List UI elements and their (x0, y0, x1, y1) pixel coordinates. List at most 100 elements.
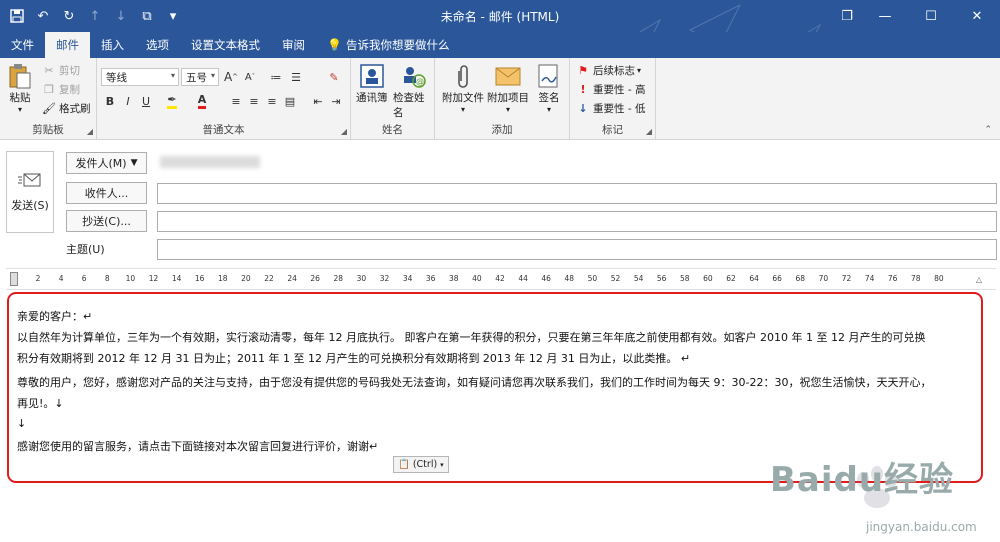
paste-button[interactable]: 粘贴 ▾ (6, 62, 34, 114)
tab-insert[interactable]: 插入 (90, 32, 135, 58)
group-names: 通讯簿 @ 检查姓名 姓名 (351, 58, 435, 140)
font-size-select[interactable]: 五号 ▾ (181, 68, 219, 86)
format-painter-button[interactable]: 🖌 格式刷 (42, 101, 90, 116)
lightbulb-icon: 💡 (327, 38, 342, 52)
minimize-button[interactable]: — (862, 0, 908, 32)
left-indent-marker[interactable] (10, 272, 18, 286)
align-left-icon[interactable]: ≡ (227, 92, 245, 110)
dialog-launcher-icon[interactable]: ◢ (646, 127, 652, 136)
cc-field[interactable] (157, 211, 997, 232)
justify-icon[interactable]: ▤ (281, 92, 299, 110)
cut-button[interactable]: ✂ 剪切 (42, 63, 80, 78)
font-color-icon[interactable]: A (193, 92, 211, 110)
to-button[interactable]: 收件人... (66, 182, 147, 204)
grow-font-button[interactable]: A ^ (222, 68, 240, 86)
ruler-tick-label: 66 (772, 274, 782, 283)
ruler-tick-label: 34 (402, 274, 413, 283)
tab-options[interactable]: 选项 (135, 32, 180, 58)
tab-format-text[interactable]: 设置文本格式 (180, 32, 271, 58)
clear-formatting-icon[interactable]: ✎ (325, 68, 343, 86)
group-label-clipboard: 剪贴板 (32, 124, 64, 136)
ruler-tick-label: 8 (104, 274, 110, 283)
chevron-down-icon: ▾ (546, 105, 551, 114)
close-button[interactable]: ✕ (954, 0, 1000, 32)
from-button[interactable]: 发件人(M) ▼ (66, 152, 147, 174)
attach-item-button[interactable]: 附加项目 ▾ (487, 62, 529, 114)
send-button[interactable]: 发送(S) (6, 151, 54, 233)
window-controls: ❐ — ☐ ✕ (832, 0, 1000, 32)
ruler-tick-label: 68 (795, 274, 806, 283)
cc-button[interactable]: 抄送(C)... (66, 210, 147, 232)
ruler-tick-label: 2 (35, 274, 41, 283)
signature-label: 签名 (538, 92, 560, 104)
ruler-tick-label: 80 (934, 274, 944, 283)
high-importance-button[interactable]: ! 重要性 - 高 (576, 82, 645, 97)
body-line: 感谢您使用的留言服务，请点击下面链接对本次留言回复进行评价，谢谢↵ (17, 440, 379, 453)
paste-options-button[interactable]: 📋 (Ctrl) ▾ (393, 456, 449, 473)
send-label: 发送(S) (11, 199, 49, 212)
ruler-tick-label: 4 (58, 274, 64, 283)
ruler-tick-label: 14 (171, 274, 182, 283)
chevron-down-icon: ▾ (460, 105, 465, 114)
highlight-color-icon[interactable]: ✒ (163, 92, 181, 110)
dialog-launcher-icon[interactable]: ◢ (341, 127, 347, 136)
numbering-icon[interactable]: ≔ (267, 68, 285, 86)
ruler-tick-label: 22 (264, 274, 274, 283)
copy-label: 复制 (59, 84, 80, 96)
ruler-tick-label: 54 (633, 274, 644, 283)
maximize-button[interactable]: ☐ (908, 0, 954, 32)
paperclip-icon (449, 62, 477, 90)
underline-button[interactable]: U (137, 92, 155, 110)
group-tags: ⚑ 后续标志 ▾ ! 重要性 - 高 ↓ 重要性 - 低 标记 ◢ (570, 58, 656, 140)
address-book-label: 通讯簿 (356, 92, 388, 104)
tell-me-label: 告诉我你想要做什么 (345, 38, 450, 52)
high-importance-label: 重要性 - 高 (593, 84, 646, 96)
shrink-font-button[interactable]: Aˇ (241, 68, 259, 86)
paste-chevron-down-icon[interactable]: ▾ (18, 105, 22, 114)
signature-button[interactable]: 签名 ▾ (535, 62, 563, 114)
address-book-button[interactable]: 通讯簿 (356, 62, 388, 105)
follow-up-button[interactable]: ⚑ 后续标志 ▾ (576, 63, 641, 78)
check-names-icon: @ (400, 62, 428, 90)
clipboard-icon: 📋 (398, 459, 410, 470)
envelope-icon (494, 62, 522, 90)
collapse-ribbon-chevron-up-icon[interactable]: ⌃ (984, 125, 992, 135)
tab-review[interactable]: 审阅 (271, 32, 316, 58)
send-envelope-icon (18, 173, 41, 187)
align-center-icon[interactable]: ≡ (245, 92, 263, 110)
attach-file-button[interactable]: 附加文件 ▾ (442, 62, 484, 114)
to-field[interactable] (157, 183, 997, 204)
check-names-button[interactable]: @ 检查姓名 (393, 62, 434, 120)
subject-field[interactable] (157, 239, 997, 260)
dialog-launcher-icon[interactable]: ◢ (87, 127, 93, 136)
copy-button[interactable]: ❐ 复制 (42, 82, 80, 97)
italic-button[interactable]: I (119, 92, 137, 110)
bold-button[interactable]: B (101, 92, 119, 110)
chevron-down-icon: ▾ (440, 460, 444, 469)
bullets-icon[interactable]: ☰ (287, 68, 305, 86)
tab-message[interactable]: 邮件 (45, 32, 90, 58)
tell-me-search[interactable]: 💡 告诉我你想要做什么 (316, 32, 460, 58)
ruler-tick-label: 40 (472, 274, 482, 283)
tab-file[interactable]: 文件 (0, 32, 45, 58)
decrease-indent-icon[interactable]: ⇤ (309, 92, 327, 110)
group-label-tags: 标记 (602, 124, 623, 136)
ribbon-display-options-icon[interactable]: ❐ (832, 0, 862, 32)
increase-indent-icon[interactable]: ⇥ (327, 92, 345, 110)
low-importance-button[interactable]: ↓ 重要性 - 低 (576, 101, 645, 116)
ruler-tick-label: 42 (495, 274, 505, 283)
attach-file-label: 附加文件 (442, 92, 484, 104)
right-indent-marker[interactable]: △ (976, 275, 982, 284)
align-right-icon[interactable]: ≡ (263, 92, 281, 110)
group-label-basic-text: 普通文本 (202, 124, 245, 136)
ruler-tick-label: 76 (887, 274, 898, 283)
ruler-tick-label: 58 (680, 274, 690, 283)
exclamation-icon: ! (580, 83, 586, 96)
ribbon: 粘贴 ▾ ✂ 剪切 ❐ 复制 🖌 格式刷 剪贴板 ◢ 等线 ▾ 五号 ▾ A ^ … (0, 58, 1000, 140)
font-name-select[interactable]: 等线 ▾ (101, 68, 179, 86)
group-basic-text: 等线 ▾ 五号 ▾ A ^ Aˇ ≔ ☰ ✎ B I U ✒ A ≡ ≡ ≡ ▤ … (97, 58, 351, 140)
ruler-tick-label: 38 (449, 274, 459, 283)
ruler-tick-label: 48 (564, 274, 575, 283)
font-name-value: 等线 (106, 72, 127, 84)
ruler-tick-label: 52 (610, 274, 621, 283)
